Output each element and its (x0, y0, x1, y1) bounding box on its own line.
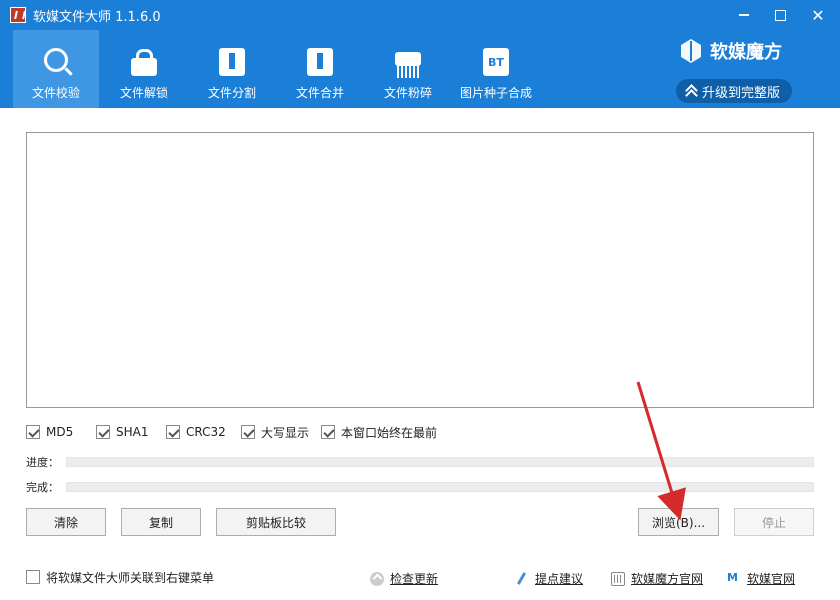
result-output-area[interactable] (26, 132, 814, 408)
magnifier-icon (44, 48, 68, 72)
tab-label: 文件分割 (207, 86, 256, 100)
bt-icon: BT (483, 48, 509, 76)
progress-label: 进度： (26, 456, 59, 469)
clear-button[interactable]: 清除 (26, 508, 106, 536)
pen-icon (515, 572, 529, 586)
mofang-site-link[interactable]: 软媒魔方官网 (611, 570, 703, 587)
grid-icon (611, 571, 625, 586)
brand-logo: 软媒魔方 (678, 38, 782, 64)
link-label: 提点建议 (535, 572, 584, 586)
unlock-icon (131, 49, 157, 76)
checkbox[interactable] (26, 425, 40, 439)
file-merge-icon (307, 48, 333, 76)
stop-button[interactable]: 停止 (734, 508, 814, 536)
minimize-button[interactable] (726, 0, 762, 30)
option-always-on-top[interactable]: 本窗口始终在最前 (321, 423, 437, 441)
complete-bar (66, 482, 814, 492)
tab-file-split[interactable]: 文件分割 (189, 30, 275, 108)
tab-file-verify[interactable]: 文件校验 (13, 30, 99, 108)
tab-label: 文件粉碎 (383, 86, 432, 100)
link-label: 软媒官网 (747, 572, 796, 586)
complete-label: 完成： (26, 481, 59, 494)
option-label: 大写显示 (261, 425, 310, 440)
upgrade-button[interactable]: 升级到完整版 (676, 79, 792, 103)
progress-bar (66, 457, 814, 467)
option-label: 将软媒文件大师关联到右键菜单 (46, 570, 215, 585)
tab-file-unlock[interactable]: 文件解锁 (101, 30, 187, 108)
check-update-link[interactable]: 检查更新 (370, 570, 438, 587)
checkbox[interactable] (241, 425, 255, 439)
clipboard-compare-button[interactable]: 剪贴板比较 (216, 508, 336, 536)
option-label: MD5 (46, 425, 74, 439)
shredder-icon (395, 52, 421, 78)
option-uppercase[interactable]: 大写显示 (241, 423, 309, 441)
tab-label: 文件校验 (31, 86, 80, 100)
tab-file-shred[interactable]: 文件粉碎 (365, 30, 451, 108)
link-label: 软媒魔方官网 (631, 572, 704, 586)
brand-name: 软媒魔方 (710, 42, 782, 63)
option-sha1[interactable]: SHA1 (96, 423, 148, 441)
file-split-icon (219, 48, 245, 76)
tab-label: 文件解锁 (119, 86, 168, 100)
app-logo-icon (10, 7, 26, 23)
link-label: 检查更新 (390, 572, 439, 586)
checkbox[interactable] (26, 570, 40, 584)
maximize-button[interactable] (762, 0, 798, 30)
option-label: 本窗口始终在最前 (341, 425, 438, 440)
window-title: 软媒文件大师 1.1.6.0 (33, 10, 161, 25)
checkbox[interactable] (166, 425, 180, 439)
tab-image-seed[interactable]: BT 图片种子合成 (453, 30, 539, 108)
option-label: CRC32 (186, 425, 226, 439)
option-label: SHA1 (116, 425, 149, 439)
update-icon (370, 571, 384, 586)
browse-button[interactable]: 浏览(B)... (638, 508, 719, 536)
tab-file-merge[interactable]: 文件合并 (277, 30, 363, 108)
suggest-link[interactable]: 提点建议 (515, 570, 583, 587)
tab-label: 文件合并 (295, 86, 344, 100)
tab-label: 图片种子合成 (459, 86, 532, 100)
header-bar: 软媒文件大师 1.1.6.0 ✕ 文件校验 文件解锁 文件分割 文件合并 文件粉… (0, 0, 840, 108)
upgrade-label: 升级到完整版 (702, 85, 781, 101)
checkbox[interactable] (321, 425, 335, 439)
copy-button[interactable]: 复制 (121, 508, 201, 536)
checkbox[interactable] (96, 425, 110, 439)
cube-icon (678, 39, 704, 63)
context-menu-option[interactable]: 将软媒文件大师关联到右键菜单 (26, 569, 214, 585)
double-chevron-up-icon (684, 84, 698, 98)
option-crc32[interactable]: CRC32 (166, 423, 226, 441)
option-md5[interactable]: MD5 (26, 423, 73, 441)
close-button[interactable]: ✕ (800, 0, 836, 30)
ruanmei-logo-icon (727, 571, 741, 586)
title-bar: 软媒文件大师 1.1.6.0 ✕ (0, 0, 840, 30)
official-site-link[interactable]: 软媒官网 (727, 570, 795, 587)
